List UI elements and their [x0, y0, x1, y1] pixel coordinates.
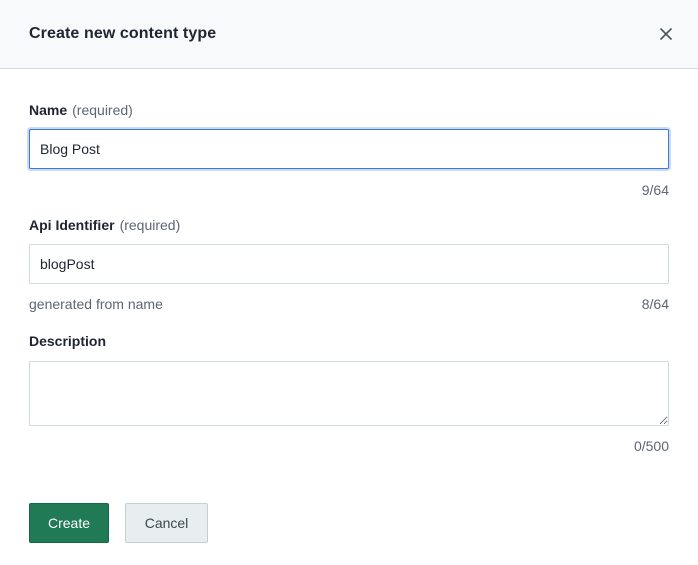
close-button[interactable]: [655, 23, 677, 45]
api-identifier-char-counter: 8/64: [641, 296, 669, 312]
name-field-label: Name (required): [29, 101, 669, 119]
create-content-type-dialog: Create new content type Name (required) …: [0, 0, 698, 565]
name-required-note: (required): [72, 102, 133, 118]
name-helper-row: 9/64: [29, 181, 669, 199]
name-input[interactable]: [29, 129, 669, 169]
api-identifier-helper-row: generated from name 8/64: [29, 295, 669, 313]
dialog-actions: Create Cancel: [29, 503, 669, 543]
name-label: Name: [29, 102, 68, 118]
name-char-counter: 9/64: [641, 182, 669, 198]
api-identifier-label: Api Identifier: [29, 217, 115, 233]
cancel-button[interactable]: Cancel: [125, 503, 208, 543]
dialog-header: Create new content type: [0, 0, 698, 69]
description-label: Description: [29, 333, 107, 349]
description-textarea[interactable]: [29, 361, 669, 426]
api-identifier-input[interactable]: [29, 244, 669, 284]
api-identifier-field-label: Api Identifier (required): [29, 216, 669, 234]
create-button[interactable]: Create: [29, 503, 109, 543]
description-helper-row: 0/500: [29, 437, 669, 455]
dialog-title: Create new content type: [29, 25, 217, 42]
description-field-label: Description: [29, 332, 669, 350]
api-identifier-required-note: (required): [119, 217, 181, 233]
dialog-body: Name (required) 9/64 Api Identifier (req…: [0, 101, 698, 543]
description-char-counter: 0/500: [633, 438, 669, 454]
api-identifier-helper-text: generated from name: [29, 296, 163, 312]
close-icon: [660, 28, 672, 40]
